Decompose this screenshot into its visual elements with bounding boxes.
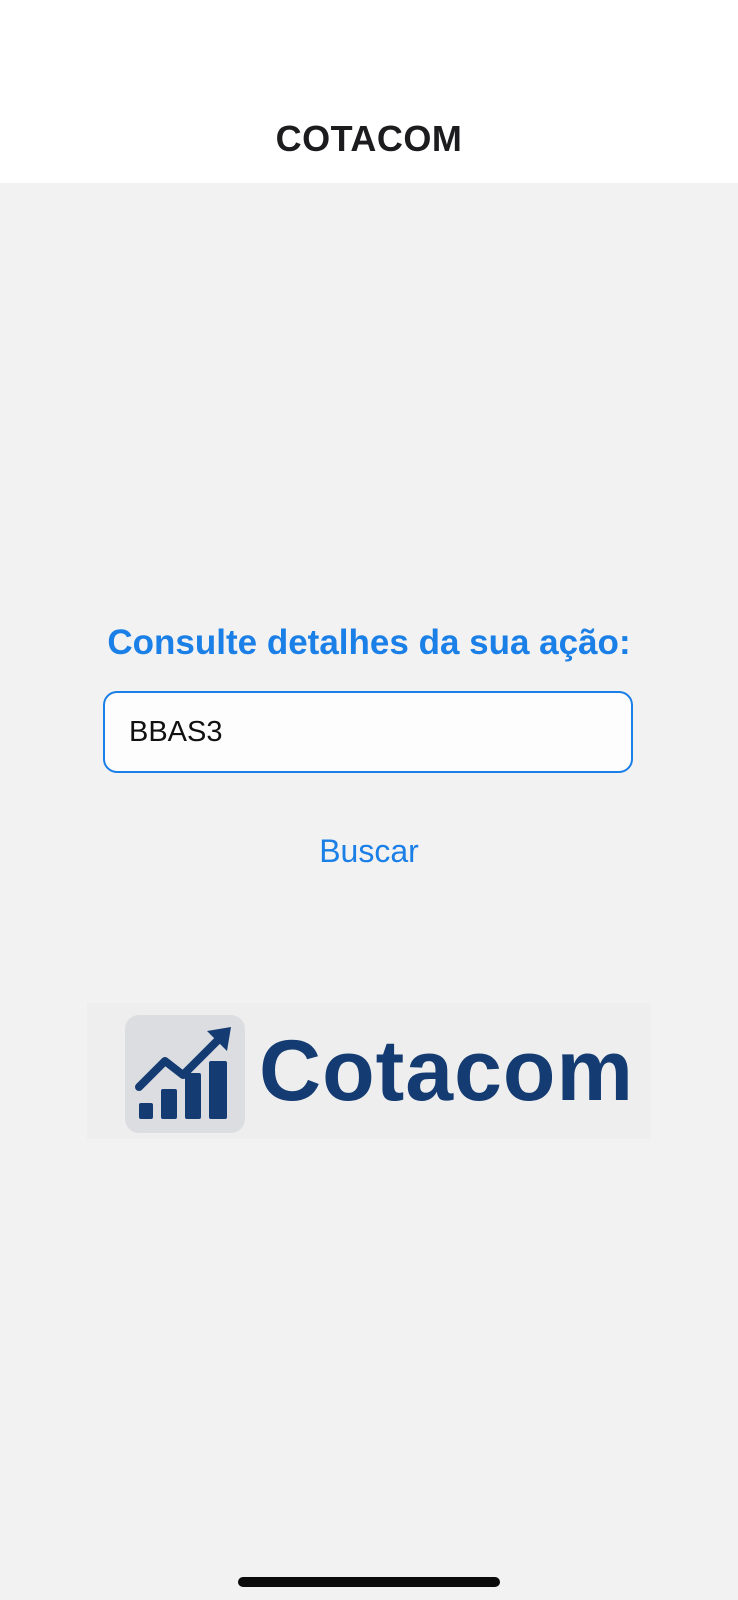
logo-wordmark: Cotacom [259, 1023, 634, 1119]
page-title: COTACOM [275, 118, 463, 159]
ticker-input[interactable] [103, 691, 633, 773]
app-screen: COTACOM Consulte detalhes da sua ação: B… [0, 0, 738, 1600]
main-content: Consulte detalhes da sua ação: Buscar Co… [0, 183, 738, 1600]
search-prompt: Consulte detalhes da sua ação: [107, 623, 631, 662]
home-indicator[interactable] [238, 1577, 500, 1587]
navigation-bar: COTACOM [0, 0, 738, 183]
growth-chart-icon [125, 1015, 245, 1133]
logo-banner: Cotacom [87, 1003, 651, 1139]
search-button[interactable]: Buscar [269, 823, 469, 879]
